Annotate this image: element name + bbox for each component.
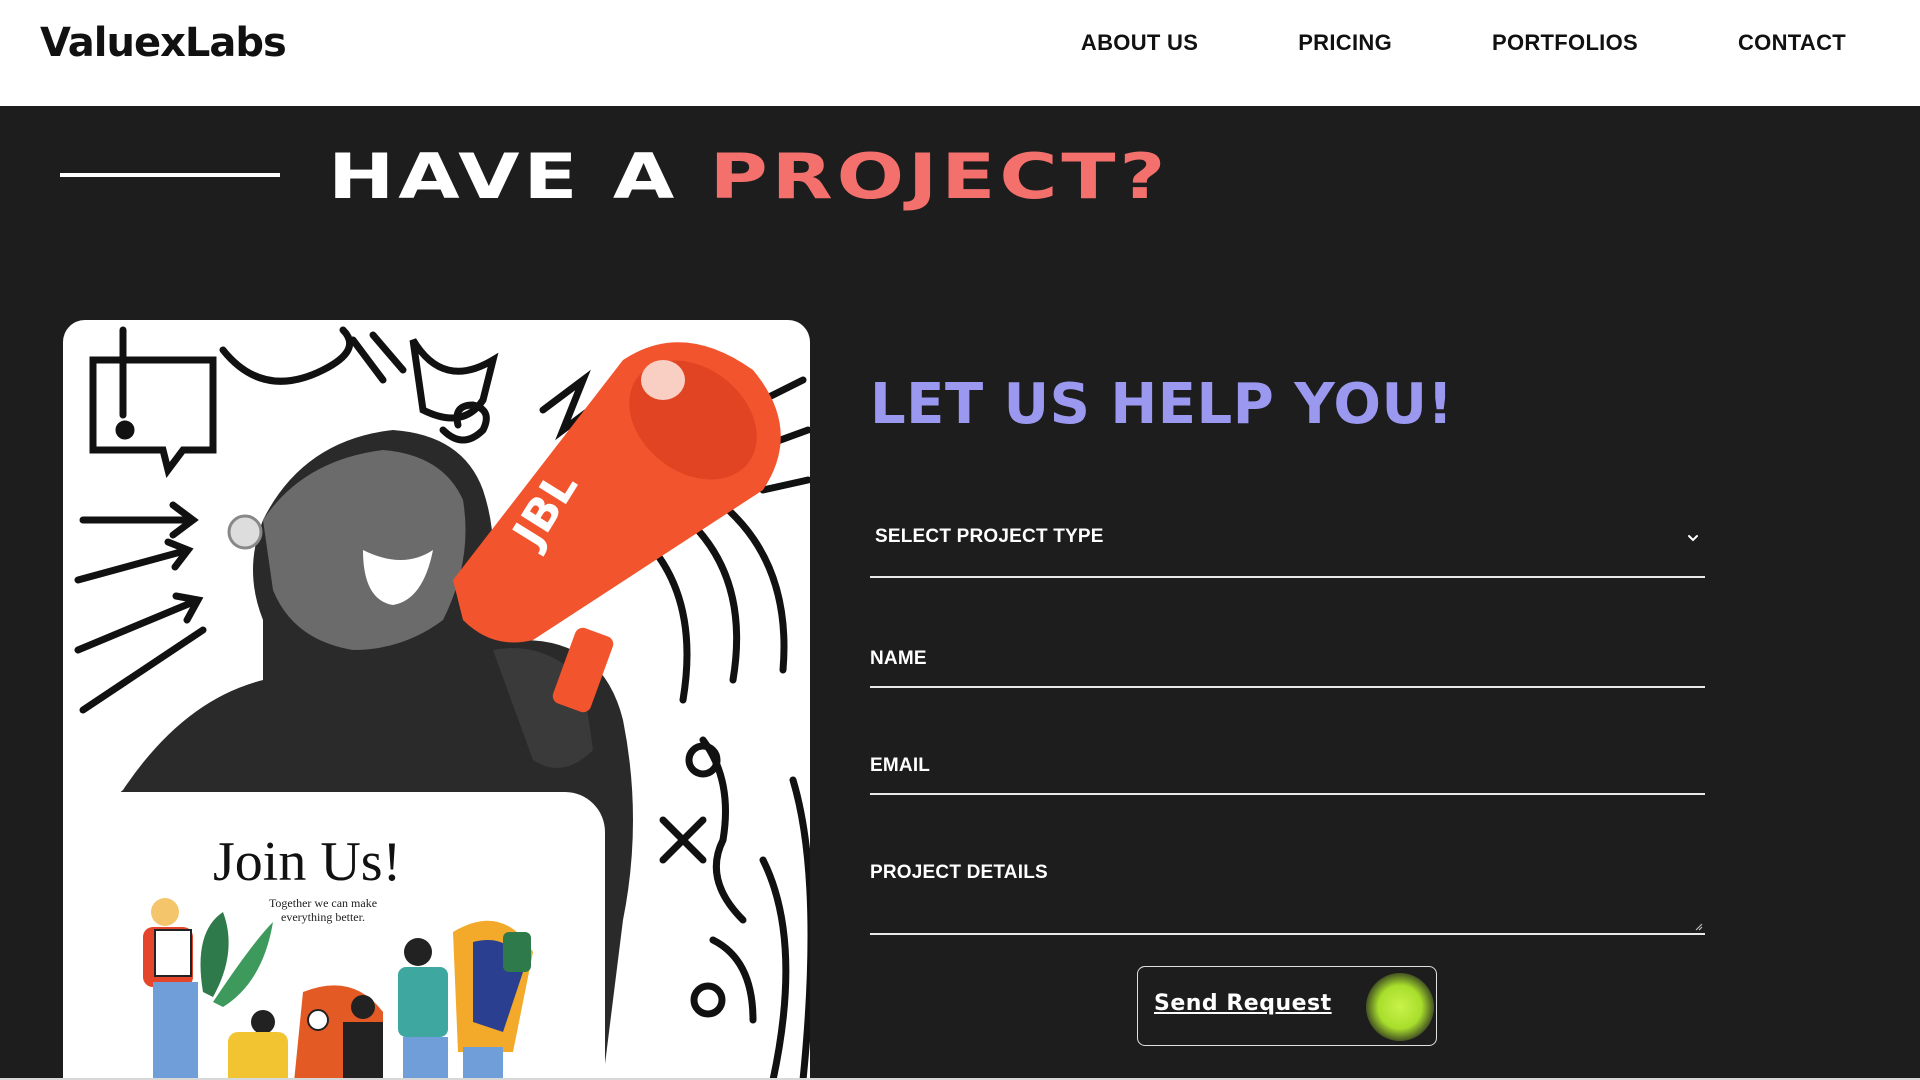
name-field[interactable]: NAME — [870, 616, 1705, 688]
send-request-button[interactable]: Send Request — [1137, 966, 1437, 1046]
site-header: ValuexLabs ABOUT US PRICING PORTFOLIOS C… — [0, 0, 1920, 106]
main-nav: ABOUT US PRICING PORTFOLIOS CONTACT — [1081, 30, 1846, 56]
project-details-field[interactable]: PROJECT DETAILS — [870, 830, 1705, 935]
project-type-label: SELECT PROJECT TYPE — [875, 526, 1104, 547]
nav-link-contact[interactable]: CONTACT — [1738, 30, 1846, 56]
resize-handle-icon[interactable] — [1693, 921, 1703, 931]
form-title: LET US HELP YOU! — [870, 372, 1454, 437]
button-glow — [1366, 973, 1434, 1041]
heading-white-text: HAVE A — [328, 140, 710, 213]
site-logo[interactable]: ValuexLabs — [40, 20, 287, 66]
email-label: EMAIL — [870, 755, 931, 776]
hero-image-card: JBL Join Us! Together we can make everyt… — [63, 320, 810, 1080]
heading-divider — [60, 173, 280, 177]
nav-link-about-us[interactable]: ABOUT US — [1081, 30, 1198, 56]
nav-link-portfolios[interactable]: PORTFOLIOS — [1492, 30, 1638, 56]
heading-accent-text: PROJECT? — [709, 140, 1170, 213]
project-details-label: PROJECT DETAILS — [870, 862, 1048, 883]
send-request-label: Send Request — [1154, 991, 1332, 1016]
name-label: NAME — [870, 648, 927, 669]
section-heading: HAVE A PROJECT? — [328, 140, 1169, 213]
project-type-select[interactable]: SELECT PROJECT TYPE — [870, 506, 1705, 578]
contact-section: HAVE A PROJECT? JBL Join Us! Together we… — [0, 106, 1920, 1080]
nav-link-pricing[interactable]: PRICING — [1298, 30, 1392, 56]
people-illustration — [143, 898, 533, 1080]
email-field[interactable]: EMAIL — [870, 723, 1705, 795]
join-us-card: Join Us! Together we can make everything… — [63, 792, 605, 1080]
chevron-down-icon — [1688, 535, 1698, 542]
